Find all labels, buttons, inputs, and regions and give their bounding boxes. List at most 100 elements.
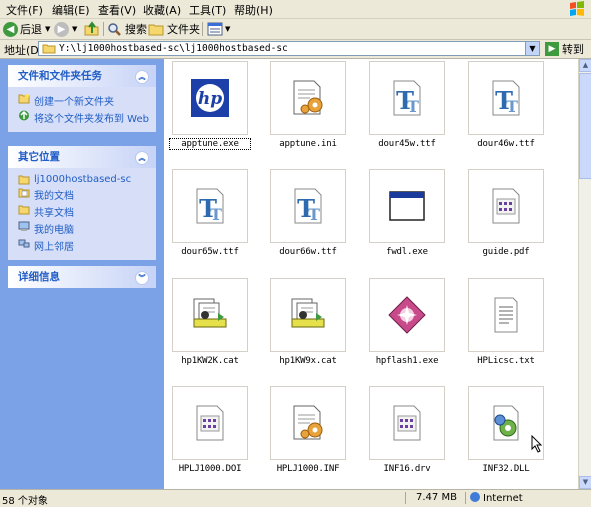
scroll-down-button[interactable]: ▼ bbox=[579, 476, 591, 489]
file-item[interactable]: hp1KW9x.cat bbox=[268, 278, 348, 366]
file-thumbnail: T T bbox=[369, 61, 445, 135]
file-thumbnail bbox=[369, 278, 445, 352]
views-button[interactable]: ▼ bbox=[207, 21, 230, 37]
address-dropdown-icon[interactable]: ▼ bbox=[525, 42, 539, 55]
address-input[interactable]: Y:\lj1000hostbased-sc\lj1000hostbased-sc… bbox=[38, 41, 540, 56]
file-name: hp1KW2K.cat bbox=[181, 356, 239, 366]
file-item[interactable]: INF32.DLL bbox=[466, 386, 546, 474]
file-thumbnail: T T bbox=[270, 169, 346, 243]
place-network[interactable]: 网上邻居 bbox=[18, 238, 150, 253]
file-item[interactable]: HPLJ1000.DOI bbox=[170, 386, 250, 474]
svg-text:hp: hp bbox=[198, 89, 222, 109]
windows-logo-icon bbox=[570, 1, 584, 16]
security-catalog-icon bbox=[193, 298, 227, 328]
file-item[interactable]: HPLicsc.txt bbox=[466, 278, 546, 366]
back-button[interactable]: ◀ 后退 ▼ bbox=[3, 21, 50, 37]
collapse-chevron-icon[interactable]: ︽ bbox=[135, 70, 149, 84]
file-name: INF32.DLL bbox=[482, 464, 530, 474]
my-computer-icon bbox=[18, 221, 30, 231]
ini-config-icon bbox=[293, 80, 323, 115]
truetype-font-icon: T T bbox=[294, 188, 322, 224]
up-folder-button[interactable] bbox=[84, 21, 100, 37]
other-places-panel: 其它位置 ︽ lj1000hostbased-sc 我的文档 共享文档 我的电脑 bbox=[8, 146, 156, 260]
dll-gear-icon bbox=[493, 405, 519, 441]
menu-edit[interactable]: 编辑(E) bbox=[52, 2, 90, 18]
forward-arrow-icon: ▶ bbox=[54, 21, 69, 37]
menu-help[interactable]: 帮助(H) bbox=[234, 2, 273, 18]
my-documents-icon bbox=[18, 188, 30, 198]
svg-text:T: T bbox=[506, 97, 518, 116]
place-parent-folder[interactable]: lj1000hostbased-sc bbox=[18, 174, 150, 185]
file-item[interactable]: hpflash1.exe bbox=[367, 278, 447, 366]
file-item[interactable]: hp apptune.exe bbox=[169, 61, 251, 150]
place-shared-documents[interactable]: 共享文档 bbox=[18, 204, 150, 219]
details-header[interactable]: 详细信息 ︾ bbox=[8, 266, 156, 288]
forward-dropdown-icon[interactable]: ▼ bbox=[72, 25, 77, 33]
expand-chevron-icon[interactable]: ︾ bbox=[135, 271, 149, 285]
file-name: dour66w.ttf bbox=[279, 247, 337, 257]
folder-icon bbox=[148, 24, 164, 36]
menu-favorites[interactable]: 收藏(A) bbox=[143, 2, 181, 18]
menu-file[interactable]: 文件(F) bbox=[6, 2, 43, 18]
file-name: dour46w.ttf bbox=[477, 139, 535, 149]
file-thumbnail bbox=[270, 61, 346, 135]
file-item[interactable]: T T dour65w.ttf bbox=[170, 169, 250, 257]
file-item[interactable]: T T dour45w.ttf bbox=[367, 61, 447, 149]
document-grid-icon bbox=[196, 405, 224, 441]
file-item[interactable]: HPLJ1000.INF bbox=[268, 386, 348, 474]
file-item[interactable]: apptune.ini bbox=[268, 61, 348, 149]
views-grid-icon bbox=[207, 22, 223, 36]
window-exe-icon bbox=[389, 191, 425, 221]
svg-text:T: T bbox=[308, 205, 320, 224]
internet-zone: Internet bbox=[470, 492, 523, 504]
file-thumbnail: hp bbox=[172, 61, 248, 135]
menu-view[interactable]: 查看(V) bbox=[98, 2, 136, 18]
file-thumbnail bbox=[270, 278, 346, 352]
file-thumbnail bbox=[468, 169, 544, 243]
file-item[interactable]: INF16.drv bbox=[367, 386, 447, 474]
globe-icon bbox=[470, 492, 480, 502]
tasks-panel: 文件和文件夹任务 ︽ 创建一个新文件夹 将这个文件夹发布到 Web bbox=[8, 65, 156, 132]
place-my-computer[interactable]: 我的电脑 bbox=[18, 221, 150, 236]
file-name: HPLicsc.txt bbox=[477, 356, 535, 366]
file-thumbnail bbox=[172, 386, 248, 460]
file-thumbnail bbox=[369, 386, 445, 460]
status-divider bbox=[465, 492, 466, 504]
task-publish-web[interactable]: 将这个文件夹发布到 Web bbox=[18, 110, 150, 125]
file-item[interactable]: T T dour66w.ttf bbox=[268, 169, 348, 257]
toolbar-separator bbox=[202, 22, 203, 36]
file-thumbnail bbox=[468, 278, 544, 352]
task-pane: 文件和文件夹任务 ︽ 创建一个新文件夹 将这个文件夹发布到 Web 其它位置 ︽… bbox=[0, 59, 164, 489]
go-button[interactable]: ▶ 转到 bbox=[545, 41, 584, 57]
tasks-panel-header[interactable]: 文件和文件夹任务 ︽ bbox=[8, 65, 156, 87]
menu-tools[interactable]: 工具(T) bbox=[189, 2, 226, 18]
file-name: guide.pdf bbox=[482, 247, 530, 257]
back-arrow-icon: ◀ bbox=[3, 21, 18, 37]
mouse-cursor-icon bbox=[531, 435, 543, 453]
collapse-chevron-icon[interactable]: ︽ bbox=[135, 151, 149, 165]
file-item[interactable]: fwdl.exe bbox=[367, 169, 447, 257]
folder-icon bbox=[18, 175, 30, 185]
place-my-documents[interactable]: 我的文档 bbox=[18, 187, 150, 202]
address-folder-icon bbox=[42, 44, 56, 54]
truetype-font-icon: T T bbox=[492, 80, 520, 116]
forward-button[interactable]: ▶ ▼ bbox=[54, 21, 77, 37]
file-name: hpflash1.exe bbox=[375, 356, 439, 366]
status-divider bbox=[405, 492, 406, 504]
file-item[interactable]: T T dour46w.ttf bbox=[466, 61, 546, 149]
file-item[interactable]: hp1KW2K.cat bbox=[170, 278, 250, 366]
vertical-scrollbar[interactable]: ▲ ▼ bbox=[578, 59, 591, 489]
task-new-folder[interactable]: 创建一个新文件夹 bbox=[18, 93, 150, 108]
back-dropdown-icon[interactable]: ▼ bbox=[45, 25, 50, 33]
folders-button[interactable]: 文件夹 bbox=[148, 21, 200, 37]
scrollbar-thumb[interactable] bbox=[579, 73, 591, 179]
other-places-header[interactable]: 其它位置 ︽ bbox=[8, 146, 156, 168]
text-document-icon bbox=[494, 297, 518, 333]
menu-bar: 文件(F) 编辑(E) 查看(V) 收藏(A) 工具(T) 帮助(H) bbox=[0, 0, 591, 19]
file-name: hp1KW9x.cat bbox=[279, 356, 337, 366]
search-button[interactable]: 搜索 bbox=[107, 21, 147, 37]
scroll-up-button[interactable]: ▲ bbox=[579, 59, 591, 72]
file-item[interactable]: guide.pdf bbox=[466, 169, 546, 257]
address-value: Y:\lj1000hostbased-sc\lj1000hostbased-sc bbox=[59, 43, 288, 54]
file-name: apptune.ini bbox=[279, 139, 337, 149]
